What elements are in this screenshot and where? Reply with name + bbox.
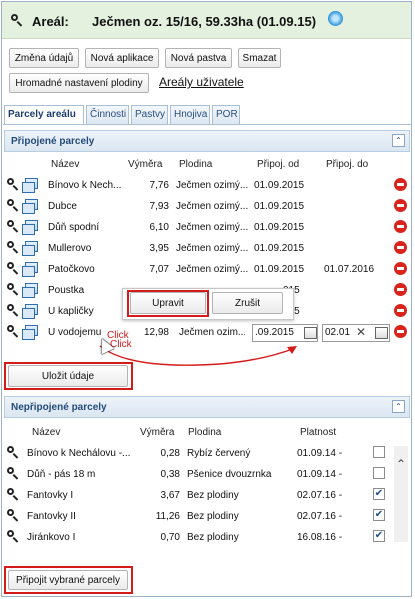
search-icon[interactable] bbox=[7, 530, 18, 541]
table-row[interactable]: Patočkovo 7,07 Ječmen ozimý... 01.09.201… bbox=[5, 259, 409, 280]
search-icon[interactable] bbox=[7, 446, 18, 457]
delete-icon[interactable] bbox=[394, 241, 407, 254]
table-row[interactable]: Bínovo k Nech... 7,76 Ječmen ozimý... 01… bbox=[5, 175, 409, 196]
clear-icon[interactable]: ✕ bbox=[356, 325, 366, 339]
col-crop: Plodina bbox=[179, 159, 213, 170]
bulk-crop-setting-button[interactable]: Hromadné nastavení plodiny bbox=[9, 73, 149, 93]
search-icon[interactable] bbox=[7, 325, 18, 336]
delete-icon[interactable] bbox=[394, 199, 407, 212]
tab-parcels[interactable]: Parcely areálu bbox=[4, 105, 84, 125]
delete-icon[interactable] bbox=[394, 325, 407, 338]
connected-parcels-header: Připojené parcely ⌃ bbox=[4, 130, 410, 152]
col-area: Výměra bbox=[140, 427, 175, 438]
search-icon[interactable] bbox=[7, 199, 18, 210]
window-icon[interactable] bbox=[22, 325, 38, 340]
table-row[interactable]: Mullerovo 3,95 Ječmen ozimý... 01.09.201… bbox=[5, 238, 409, 259]
change-data-button[interactable]: Změna údajů bbox=[9, 48, 79, 68]
col-validity: Platnost bbox=[300, 427, 337, 438]
col-crop: Plodina bbox=[188, 427, 222, 438]
checkbox[interactable]: ✔ bbox=[373, 488, 385, 500]
checkbox[interactable]: ✔ bbox=[373, 509, 385, 521]
window-icon[interactable] bbox=[22, 283, 38, 298]
search-icon[interactable] bbox=[11, 14, 22, 25]
collapse-up-icon[interactable]: ⌃ bbox=[392, 134, 405, 147]
tab-pastures[interactable]: Pastvy bbox=[131, 105, 168, 124]
col-area: Výměra bbox=[128, 159, 163, 170]
delete-button[interactable]: Smazat bbox=[238, 48, 281, 68]
search-icon[interactable] bbox=[7, 178, 18, 189]
col-name: Název bbox=[32, 427, 61, 438]
table-row[interactable]: Důň - pás 18 m 0,38 Pšenice dvouzrnka 01… bbox=[5, 464, 393, 485]
window-icon[interactable] bbox=[22, 199, 38, 214]
table-row[interactable]: Dubce 7,93 Ječmen ozimý... 01.09.2015 bbox=[5, 196, 409, 217]
areal-title: Ječmen oz. 15/16, 59.33ha (01.09.15) bbox=[92, 14, 317, 29]
window-icon[interactable] bbox=[22, 304, 38, 319]
tab-divider bbox=[3, 124, 411, 125]
scrollbar[interactable]: ⌃ bbox=[394, 446, 408, 542]
checkbox[interactable] bbox=[373, 446, 385, 458]
chevron-up-icon[interactable]: ⌃ bbox=[395, 458, 407, 470]
cancel-button[interactable]: Zrušit bbox=[212, 292, 283, 314]
refresh-icon[interactable] bbox=[328, 11, 343, 26]
window-icon[interactable] bbox=[22, 178, 38, 193]
highlight-box bbox=[127, 290, 209, 317]
new-pasture-button[interactable]: Nová pastva bbox=[165, 48, 232, 68]
col-name: Název bbox=[51, 159, 80, 170]
search-icon[interactable] bbox=[7, 262, 18, 273]
col-to: Připoj. do bbox=[326, 159, 369, 170]
areal-label: Areál: bbox=[32, 14, 69, 29]
disconnected-table-header: Název Výměra Plodina Platnost bbox=[5, 423, 409, 442]
checkbox[interactable] bbox=[373, 467, 385, 479]
highlight-box bbox=[4, 362, 133, 390]
disconnected-parcels-header: Nepřipojené parcely ⌃ bbox=[4, 396, 410, 418]
connected-parcels-title: Připojené parcely bbox=[11, 136, 95, 147]
calendar-icon[interactable] bbox=[375, 327, 388, 339]
table-row[interactable]: Jiránkovo I 0,70 Bez plodiny 16.08.16 - … bbox=[5, 527, 393, 548]
search-icon[interactable] bbox=[7, 304, 18, 315]
collapse-up-icon[interactable]: ⌃ bbox=[392, 400, 405, 413]
delete-icon[interactable] bbox=[394, 220, 407, 233]
disconnected-parcels-title: Nepřipojené parcely bbox=[11, 402, 107, 413]
table-row[interactable]: Bínovo k Nechálovu -... 0,28 Rybíz červe… bbox=[5, 443, 393, 464]
col-from: Připoj. od bbox=[257, 159, 300, 170]
search-icon[interactable] bbox=[7, 220, 18, 231]
window-icon[interactable] bbox=[22, 241, 38, 256]
search-icon[interactable] bbox=[7, 283, 18, 294]
delete-icon[interactable] bbox=[394, 283, 407, 296]
window-icon[interactable] bbox=[22, 262, 38, 277]
tab-activities[interactable]: Činnosti bbox=[86, 105, 129, 124]
table-row[interactable]: Fantovky II 11,26 Bez plodiny 02.07.16 -… bbox=[5, 506, 393, 527]
search-icon[interactable] bbox=[7, 509, 18, 520]
highlight-box bbox=[4, 566, 133, 594]
user-areas-link[interactable]: Areály uživatele bbox=[159, 75, 244, 89]
delete-icon[interactable] bbox=[394, 262, 407, 275]
search-icon[interactable] bbox=[7, 467, 18, 478]
tab-por[interactable]: POR bbox=[212, 105, 240, 124]
search-icon[interactable] bbox=[7, 241, 18, 252]
table-row[interactable]: Důň spodní 6,10 Ječmen ozimý... 01.09.20… bbox=[5, 217, 409, 238]
areal-header: Areál: Ječmen oz. 15/16, 59.33ha (01.09.… bbox=[2, 2, 411, 39]
tab-fertilizers[interactable]: Hnojiva bbox=[170, 105, 210, 124]
search-icon[interactable] bbox=[7, 488, 18, 499]
delete-icon[interactable] bbox=[394, 304, 407, 317]
new-application-button[interactable]: Nová aplikace bbox=[85, 48, 159, 68]
connected-table-header: Název Výměra Plodina Připoj. od Připoj. … bbox=[5, 155, 409, 174]
delete-icon[interactable] bbox=[394, 178, 407, 191]
table-row[interactable]: Fantovky I 3,67 Bez plodiny 02.07.16 - ✔ bbox=[5, 485, 393, 506]
window-icon[interactable] bbox=[22, 220, 38, 235]
checkbox[interactable]: ✔ bbox=[373, 530, 385, 542]
